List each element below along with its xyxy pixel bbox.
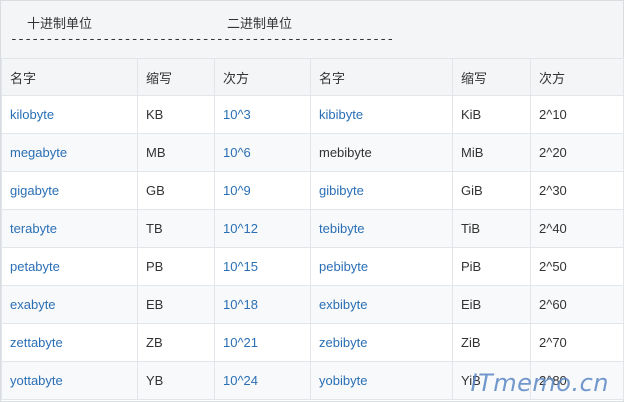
binary-power-cell: 2^30 (530, 171, 624, 210)
decimal-power-link[interactable]: 10^18 (214, 285, 311, 324)
decimal-name-link[interactable]: zettabyte (1, 323, 138, 362)
binary-name-link[interactable]: tebibyte (310, 209, 453, 248)
decimal-abbr-cell: ZB (137, 323, 215, 362)
table-row: terabyte TB 10^12 tebibyte TiB 2^40 (1, 209, 624, 248)
decimal-power-link[interactable]: 10^6 (214, 133, 311, 172)
binary-name-link[interactable]: exbibyte (310, 285, 453, 324)
binary-name-link[interactable]: zebibyte (310, 323, 453, 362)
decimal-name-link[interactable]: terabyte (1, 209, 138, 248)
binary-abbr-cell: ZiB (452, 323, 531, 362)
decimal-name-link[interactable]: gigabyte (1, 171, 138, 210)
binary-abbr-cell: EiB (452, 285, 531, 324)
site-watermark: ITmemo.cn (470, 369, 609, 397)
binary-abbr-cell: MiB (452, 133, 531, 172)
column-header-binary-abbr: 缩写 (452, 58, 531, 96)
decimal-units-title: 十进制单位 (27, 16, 93, 31)
column-header-decimal-power: 次方 (214, 58, 311, 96)
decimal-power-link[interactable]: 10^3 (214, 95, 311, 134)
column-header-binary-name: 名字 (310, 58, 453, 96)
binary-power-cell: 2^70 (530, 323, 624, 362)
table-row: kilobyte KB 10^3 kibibyte KiB 2^10 (1, 95, 624, 134)
decimal-name-link[interactable]: petabyte (1, 247, 138, 286)
column-header-binary-power: 次方 (530, 58, 624, 96)
binary-abbr-cell: PiB (452, 247, 531, 286)
binary-name-link[interactable]: gibibyte (310, 171, 453, 210)
units-table: 名字 缩写 次方 名字 缩写 次方 kilobyte KB 10^3 kibib… (1, 58, 624, 400)
decimal-abbr-cell: KB (137, 95, 215, 134)
binary-abbr-cell: GiB (452, 171, 531, 210)
binary-power-cell: 2^50 (530, 247, 624, 286)
decimal-abbr-cell: YB (137, 361, 215, 400)
table-header-row: 名字 缩写 次方 名字 缩写 次方 (1, 58, 624, 96)
binary-units-title: 二进制单位 (227, 16, 293, 31)
table-row: gigabyte GB 10^9 gibibyte GiB 2^30 (1, 171, 624, 210)
decimal-name-link[interactable]: yottabyte (1, 361, 138, 400)
binary-power-cell: 2^40 (530, 209, 624, 248)
binary-name-link[interactable]: pebibyte (310, 247, 453, 286)
binary-abbr-cell: TiB (452, 209, 531, 248)
decimal-power-link[interactable]: 10^12 (214, 209, 311, 248)
binary-power-cell: 2^20 (530, 133, 624, 172)
decimal-name-link[interactable]: exabyte (1, 285, 138, 324)
decimal-abbr-cell: GB (137, 171, 215, 210)
table-row: exabyte EB 10^18 exbibyte EiB 2^60 (1, 285, 624, 324)
units-table-card: 十进制单位 二进制单位 ----------------------------… (0, 0, 624, 402)
binary-name-link[interactable]: yobibyte (310, 361, 453, 400)
decimal-abbr-cell: TB (137, 209, 215, 248)
decimal-name-link[interactable]: megabyte (1, 133, 138, 172)
decimal-power-link[interactable]: 10^15 (214, 247, 311, 286)
decimal-abbr-cell: EB (137, 285, 215, 324)
group-header: 十进制单位 二进制单位 ----------------------------… (1, 1, 623, 59)
binary-name-cell: mebibyte (310, 133, 453, 172)
binary-name-link[interactable]: kibibyte (310, 95, 453, 134)
column-header-decimal-name: 名字 (1, 58, 138, 96)
table-row: petabyte PB 10^15 pebibyte PiB 2^50 (1, 247, 624, 286)
binary-power-cell: 2^60 (530, 285, 624, 324)
decimal-power-link[interactable]: 10^9 (214, 171, 311, 210)
decimal-abbr-cell: MB (137, 133, 215, 172)
table-row: zettabyte ZB 10^21 zebibyte ZiB 2^70 (1, 323, 624, 362)
dashed-divider: ----------------------------------------… (10, 32, 394, 47)
decimal-name-link[interactable]: kilobyte (1, 95, 138, 134)
column-header-decimal-abbr: 缩写 (137, 58, 215, 96)
binary-power-cell: 2^10 (530, 95, 624, 134)
table-row: megabyte MB 10^6 mebibyte MiB 2^20 (1, 133, 624, 172)
decimal-power-link[interactable]: 10^21 (214, 323, 311, 362)
decimal-abbr-cell: PB (137, 247, 215, 286)
decimal-power-link[interactable]: 10^24 (214, 361, 311, 400)
binary-abbr-cell: KiB (452, 95, 531, 134)
